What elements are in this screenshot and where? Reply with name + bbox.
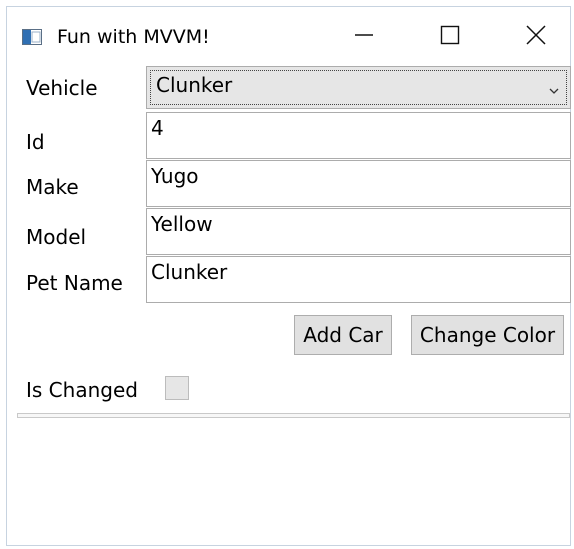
make-value: Yugo (151, 164, 199, 188)
model-label: Model (26, 225, 87, 249)
make-field[interactable]: Yugo (146, 160, 571, 207)
id-field[interactable]: 4 (146, 112, 571, 159)
pet-name-field[interactable]: Clunker (146, 256, 571, 303)
model-field[interactable]: Yellow (146, 208, 571, 255)
pet-name-value: Clunker (151, 260, 228, 284)
change-color-button[interactable]: Change Color (411, 315, 564, 355)
vehicle-selected-value: Clunker (156, 73, 233, 97)
vehicle-label: Vehicle (26, 76, 98, 100)
maximize-button[interactable] (415, 16, 485, 58)
main-window: Fun with MVVM! Vehicle Clunker Id 4 Make… (6, 6, 571, 546)
app-window-icon (22, 29, 42, 45)
window-title: Fun with MVVM! (57, 26, 210, 48)
make-label: Make (26, 175, 79, 199)
vehicle-combobox[interactable]: Clunker (146, 66, 571, 109)
horizontal-separator (17, 413, 570, 418)
minimize-button[interactable] (329, 16, 399, 58)
id-label: Id (26, 130, 45, 154)
maximize-icon (439, 24, 461, 50)
pet-name-label: Pet Name (26, 271, 123, 295)
close-icon (525, 24, 547, 50)
title-bar[interactable]: Fun with MVVM! (7, 7, 570, 65)
is-changed-label: Is Changed (26, 378, 138, 402)
chevron-down-icon[interactable] (548, 81, 560, 100)
minimize-icon (353, 24, 375, 50)
add-car-button[interactable]: Add Car (294, 315, 392, 355)
is-changed-checkbox[interactable] (165, 376, 189, 400)
model-value: Yellow (151, 212, 213, 236)
id-value: 4 (151, 116, 164, 140)
close-button[interactable] (501, 16, 571, 58)
